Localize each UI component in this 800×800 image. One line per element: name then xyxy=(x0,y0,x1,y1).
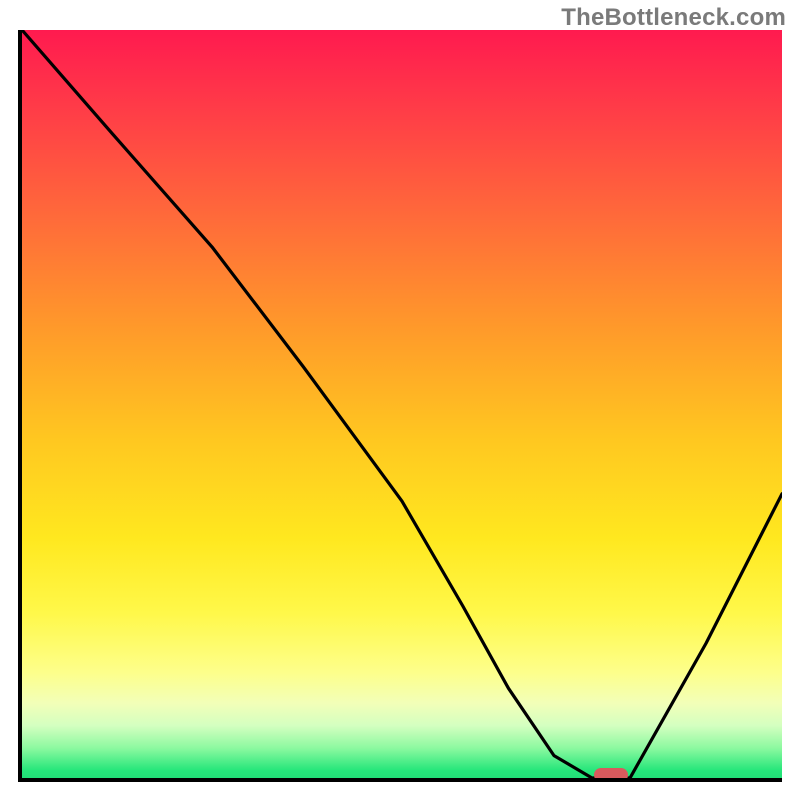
chart-container: TheBottleneck.com xyxy=(0,0,800,800)
plot-area xyxy=(18,30,782,782)
curve-path xyxy=(22,30,782,778)
bottleneck-curve xyxy=(22,30,782,778)
optimal-marker xyxy=(594,768,628,782)
watermark-text: TheBottleneck.com xyxy=(561,4,786,32)
